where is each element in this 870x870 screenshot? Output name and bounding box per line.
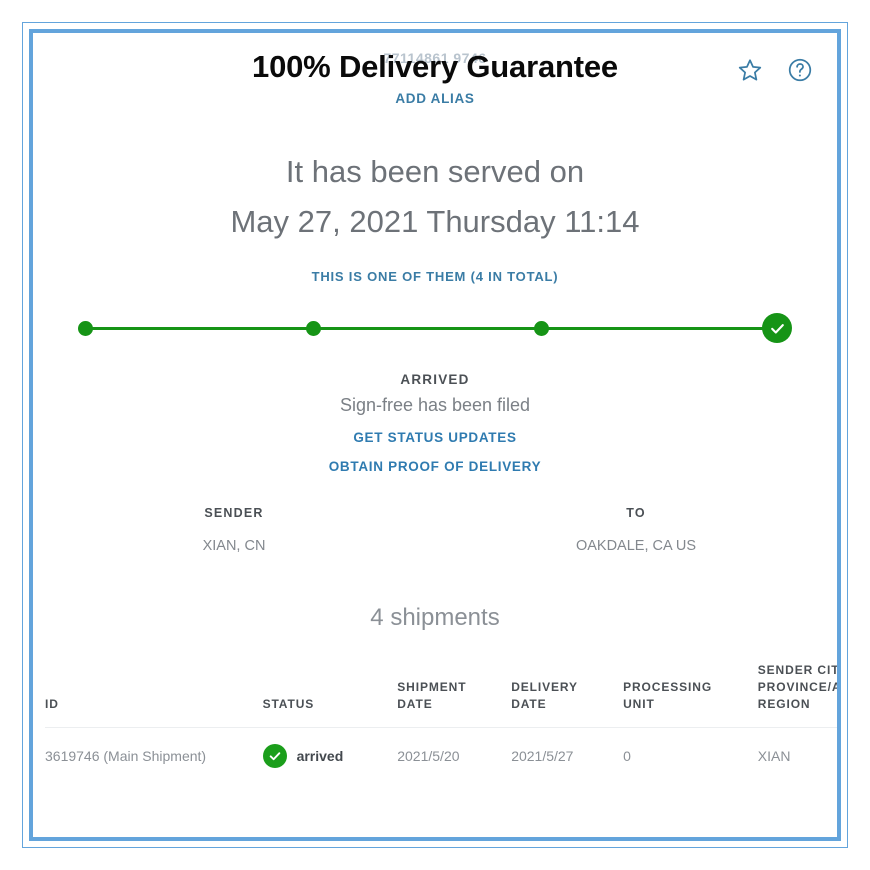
column-header-shipment-date[interactable]: SHIPMENT DATE	[397, 662, 511, 728]
progress-steps	[78, 311, 792, 345]
progress-step-3[interactable]	[534, 320, 549, 336]
cell-status: arrived	[262, 727, 398, 784]
status-title: ARRIVED	[400, 372, 470, 387]
shipments-table-head: ID STATUS SHIPMENT DATE DELIVERY DATE PR…	[45, 662, 837, 728]
shipments-table-body: 3619746 (Main Shipment) arrived 2021/5/2…	[45, 727, 837, 784]
status-block: ARRIVED Sign-free has been filed GET STA…	[33, 372, 837, 474]
column-header-processing-unit[interactable]: PROCESSING UNIT	[623, 662, 758, 728]
shipments-table: ID STATUS SHIPMENT DATE DELIVERY DATE PR…	[45, 662, 837, 784]
column-header-status[interactable]: STATUS	[263, 662, 398, 728]
page-title: 100% Delivery Guarantee	[252, 49, 618, 84]
delivery-progress-bar	[78, 311, 792, 345]
served-headline: It has been served on May 27, 2021 Thurs…	[33, 147, 837, 247]
column-header-sender-city[interactable]: SENDER CITY, PROVINCE/AUTONOMOUS REGION	[758, 662, 837, 728]
header-actions	[735, 55, 815, 85]
status-badge: arrived	[262, 744, 388, 768]
status-subtitle: Sign-free has been filed	[339, 395, 531, 415]
obtain-proof-of-delivery-link[interactable]: OBTAIN PROOF OF DELIVERY	[33, 459, 837, 474]
recipient-label: TO	[626, 506, 646, 520]
recipient-column: TO OAKDALE, CA US	[435, 506, 837, 554]
recipient-value: OAKDALE, CA US	[575, 538, 697, 554]
sender-value: XIAN, CN	[202, 538, 266, 554]
star-icon[interactable]	[735, 55, 765, 85]
add-alias-link[interactable]: ADD ALIAS	[33, 91, 837, 106]
served-line-1: It has been served on	[285, 154, 585, 189]
shipments-table-container[interactable]: ID STATUS SHIPMENT DATE DELIVERY DATE PR…	[33, 662, 837, 784]
sender-column: SENDER XIAN, CN	[33, 506, 435, 554]
progress-step-1[interactable]	[78, 320, 93, 336]
cell-sender-city: XIAN	[757, 727, 837, 784]
progress-step-4-delivered[interactable]	[762, 313, 792, 343]
table-header-row: ID STATUS SHIPMENT DATE DELIVERY DATE PR…	[45, 662, 837, 728]
tracking-page: 77114861 9746 100% Delivery Guarantee AD…	[33, 33, 837, 837]
get-status-updates-link[interactable]: GET STATUS UPDATES	[33, 430, 837, 445]
table-row[interactable]: 3619746 (Main Shipment) arrived 2021/5/2…	[45, 727, 837, 784]
status-text: arrived	[296, 748, 344, 764]
check-icon	[770, 323, 784, 334]
sender-label: SENDER	[204, 506, 264, 520]
shipments-count-heading: 4 shipments	[370, 604, 500, 631]
one-of-them-link[interactable]: THIS IS ONE OF THEM (4 IN TOTAL)	[33, 269, 837, 284]
cell-processing-unit: 0	[623, 727, 758, 784]
cell-delivery-date: 2021/5/27	[511, 727, 624, 784]
check-icon	[262, 744, 287, 768]
column-header-id[interactable]: ID	[45, 662, 263, 728]
tracking-card-frame: 77114861 9746 100% Delivery Guarantee AD…	[29, 29, 841, 841]
cell-shipment-date: 2021/5/20	[397, 727, 512, 784]
column-header-delivery-date[interactable]: DELIVERY DATE	[511, 662, 623, 728]
help-circle-icon[interactable]	[785, 55, 815, 85]
address-row: SENDER XIAN, CN TO OAKDALE, CA US	[33, 506, 837, 554]
cell-shipment-id[interactable]: 3619746 (Main Shipment)	[45, 727, 263, 784]
progress-step-2[interactable]	[306, 320, 321, 336]
page-header: 77114861 9746 100% Delivery Guarantee AD…	[33, 33, 837, 125]
served-line-2: May 27, 2021 Thursday 11:14	[230, 204, 640, 239]
